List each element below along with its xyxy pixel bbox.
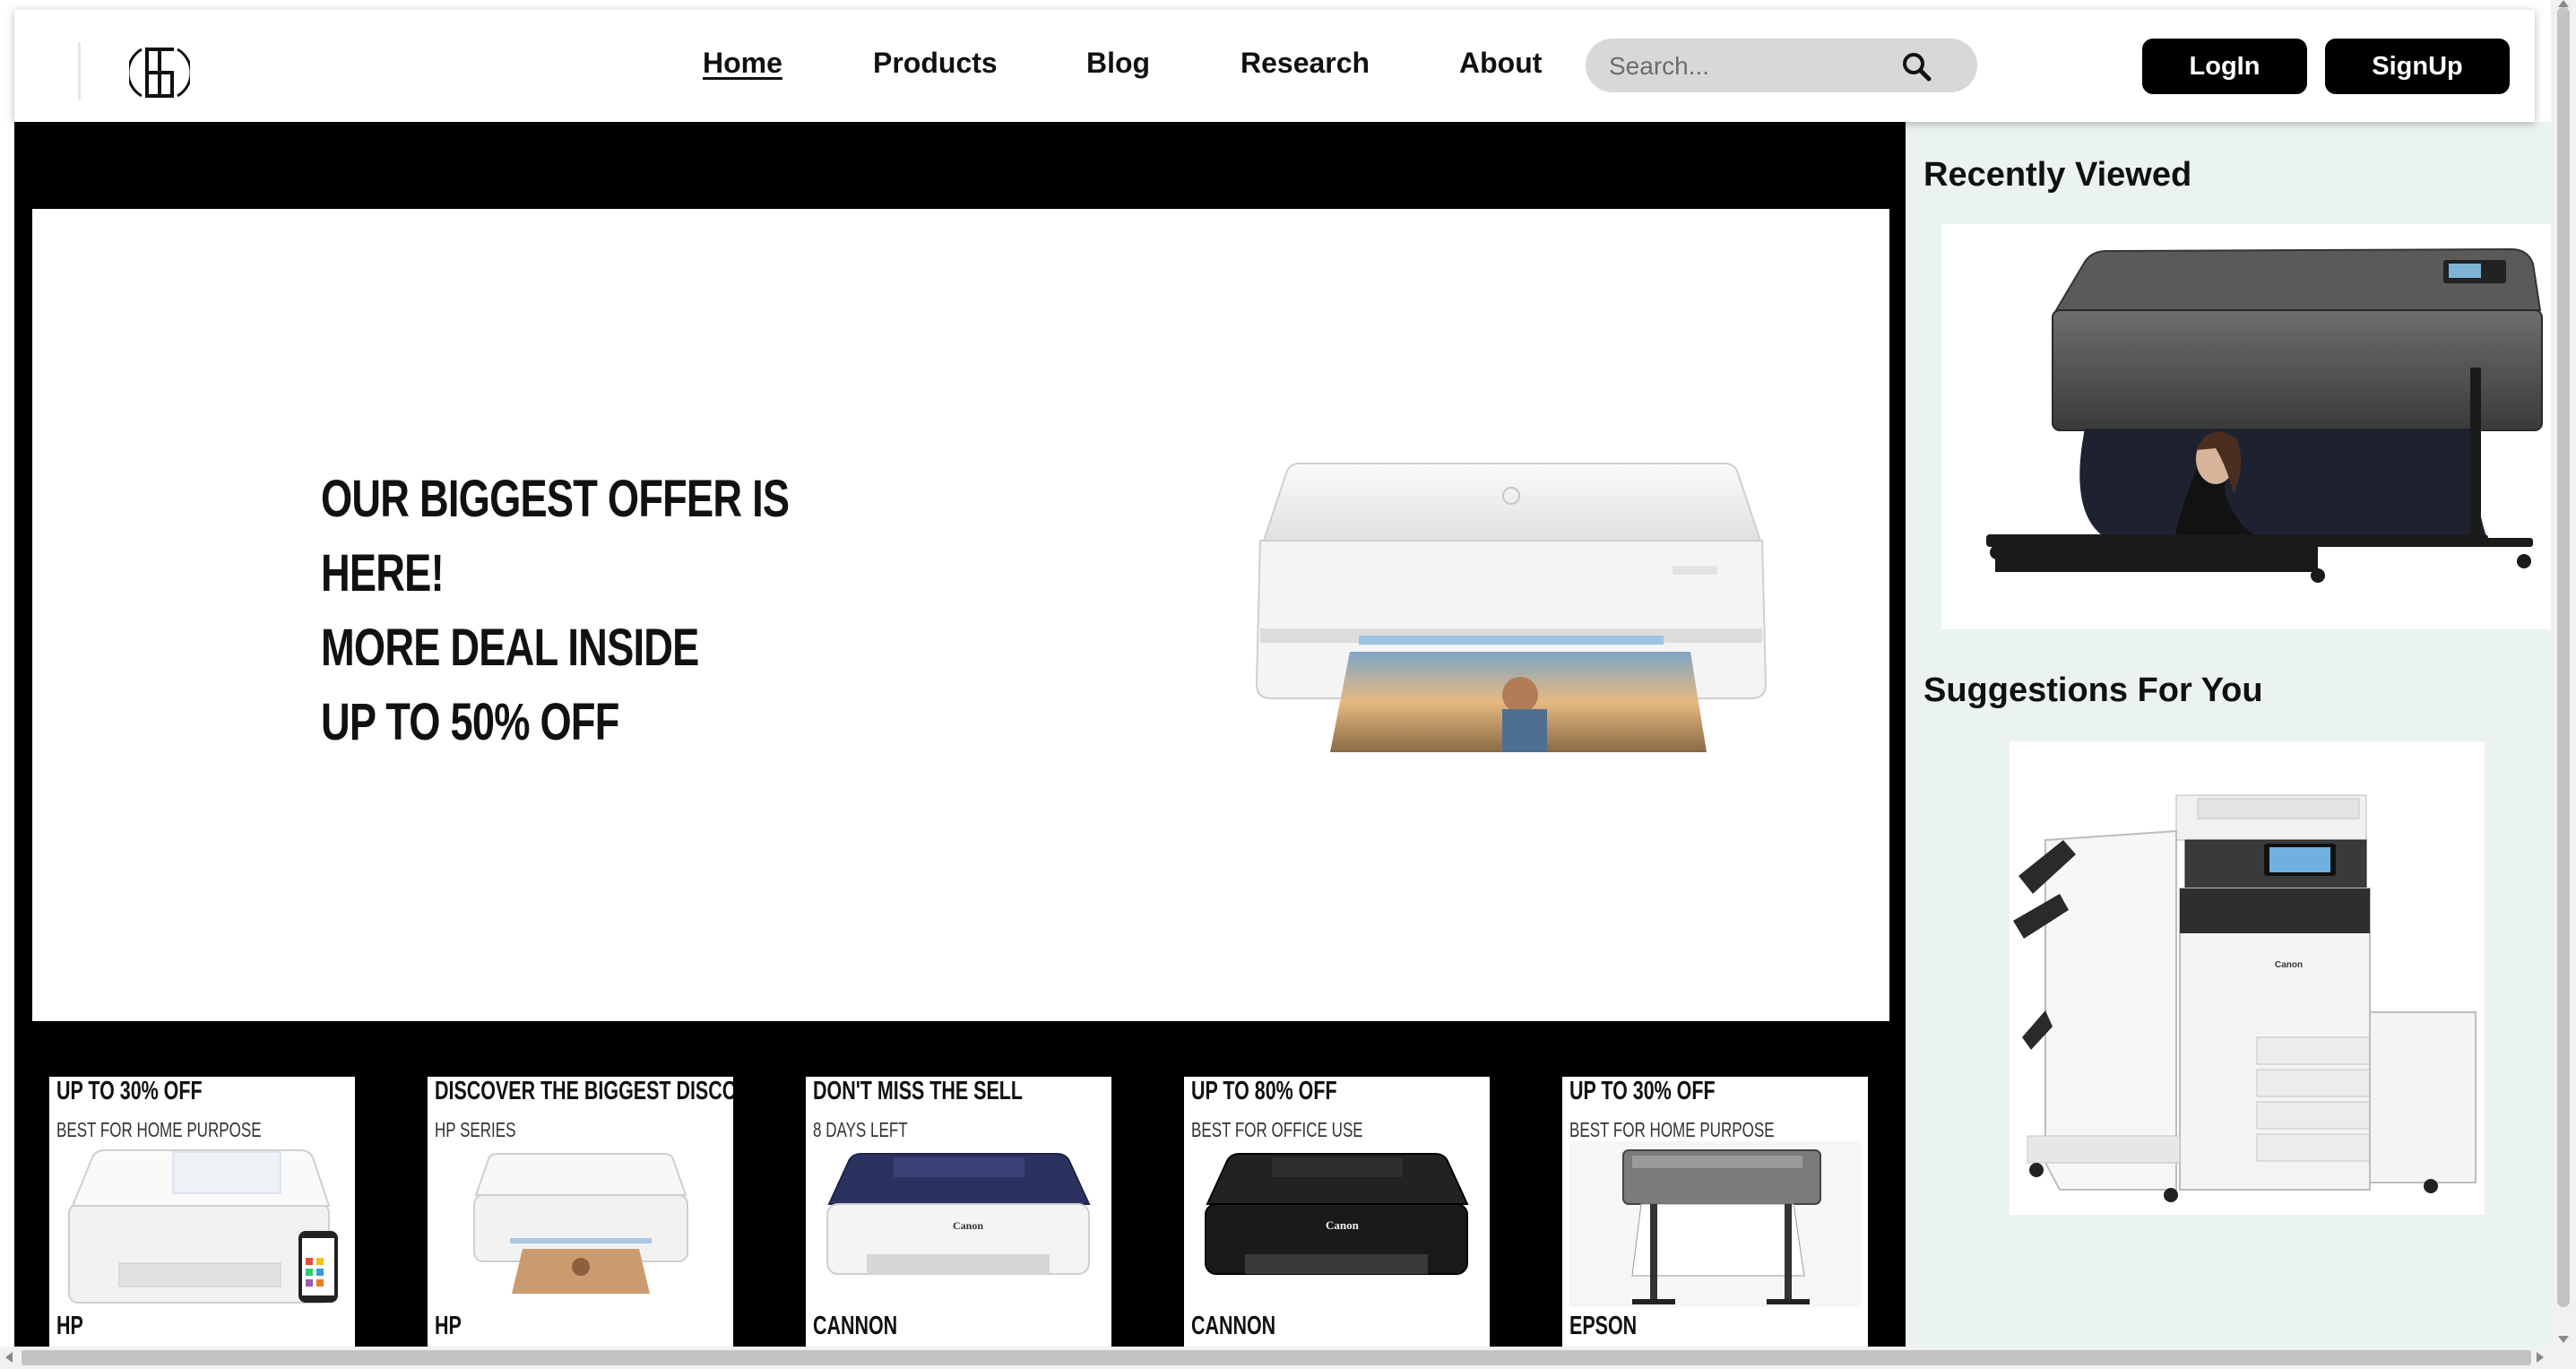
offer-title: Up to 30% off	[56, 1077, 203, 1105]
login-button[interactable]: LogIn	[2142, 39, 2307, 94]
horizontal-scrollbar[interactable]	[0, 1347, 2576, 1369]
offer-card-1[interactable]: Up to 30% off Best for home purpose HP	[49, 1077, 355, 1350]
scroll-left-arrow-icon[interactable]	[5, 1352, 13, 1363]
offer-subtitle: Best for home purpose	[1569, 1118, 1775, 1141]
offer-title: Up to 30% off	[1569, 1077, 1716, 1105]
offer-title: Discover the biggest discount	[435, 1077, 733, 1105]
white-all-in-one-printer-image	[68, 1149, 338, 1304]
nav-products[interactable]: Products	[873, 47, 998, 80]
offer-card-4[interactable]: Up to 80% off Best for office use Canon …	[1184, 1077, 1490, 1350]
office-multifunction-copier-image: Canon	[2013, 794, 2477, 1202]
recently-viewed-item[interactable]	[1941, 224, 2551, 629]
offer-brand: Epson	[1569, 1312, 1638, 1340]
recently-viewed-heading: Recently Viewed	[1923, 156, 2192, 194]
search-input[interactable]	[1607, 39, 1906, 94]
offer-subtitle: HP Series	[435, 1118, 516, 1141]
nav-research[interactable]: Research	[1240, 47, 1370, 80]
nav-blog[interactable]: Blog	[1086, 47, 1150, 80]
scroll-up-arrow-icon[interactable]	[2558, 0, 2569, 7]
offer-brand: Cannon	[813, 1312, 898, 1340]
offer-card-5[interactable]: Up to 30% off Best for home purpose Epso…	[1562, 1077, 1868, 1350]
right-sidebar: Recently Viewed Suggestions For You Cano…	[1906, 122, 2551, 1347]
signup-button[interactable]: SignUp	[2325, 39, 2510, 94]
suggestions-heading: Suggestions For You	[1923, 672, 2263, 709]
hero-line-3: More deal inside	[321, 619, 699, 677]
black-inkjet-printer-image: Canon	[1205, 1153, 1469, 1275]
white-inkjet-printer-image	[473, 1153, 688, 1294]
monogram-logo-icon[interactable]	[129, 42, 190, 103]
scroll-down-arrow-icon[interactable]	[2558, 1336, 2569, 1343]
search-icon[interactable]	[1901, 51, 1932, 82]
large-format-printer-image	[1569, 1141, 1861, 1307]
hero-line-2: here!	[321, 544, 445, 602]
offer-subtitle: 8 days left	[813, 1118, 908, 1141]
suggestion-item[interactable]: Canon	[2010, 741, 2485, 1215]
offer-title: Don't miss the sell	[813, 1077, 1024, 1105]
offer-subtitle: Best for home purpose	[56, 1118, 262, 1141]
offer-card-2[interactable]: Discover the biggest discount HP Series …	[428, 1077, 733, 1350]
offer-card-3[interactable]: Don't miss the sell 8 days left Canon Ca…	[806, 1077, 1111, 1350]
scroll-right-arrow-icon[interactable]	[2537, 1352, 2544, 1363]
offer-subtitle: Best for office use	[1191, 1118, 1363, 1141]
offer-brand: HP	[56, 1312, 83, 1340]
vertical-scrollbar[interactable]	[2551, 0, 2576, 1347]
horizontal-scroll-thumb[interactable]	[22, 1350, 2531, 1365]
logo-divider	[78, 42, 81, 100]
navy-inkjet-printer-image: Canon	[826, 1153, 1091, 1275]
hero-banner[interactable]: Our biggest offer is here! More deal ins…	[32, 209, 1889, 1021]
top-navbar: Home Products Blog Research About LogIn …	[14, 10, 2535, 122]
nav-about[interactable]: About	[1459, 47, 1542, 80]
svg-text:Canon: Canon	[2275, 960, 2303, 970]
offer-brand: Cannon	[1191, 1312, 1276, 1340]
hero-line-4: Up to 50% off	[321, 693, 619, 751]
offer-title: Up to 80% off	[1191, 1077, 1337, 1105]
hero-headline: Our biggest offer is here! More deal ins…	[321, 462, 790, 759]
nav-home[interactable]: Home	[703, 47, 782, 80]
search-box	[1586, 39, 1977, 94]
svg-text:Canon: Canon	[953, 1219, 983, 1232]
large-format-photo-printer-image	[1986, 247, 2543, 583]
hero-printer-image	[1255, 463, 1768, 752]
vertical-scroll-thumb[interactable]	[2557, 7, 2570, 1307]
hero-line-1: Our biggest offer is	[321, 470, 790, 528]
offer-brand: HP	[435, 1312, 462, 1340]
svg-text:Canon: Canon	[1326, 1218, 1360, 1232]
